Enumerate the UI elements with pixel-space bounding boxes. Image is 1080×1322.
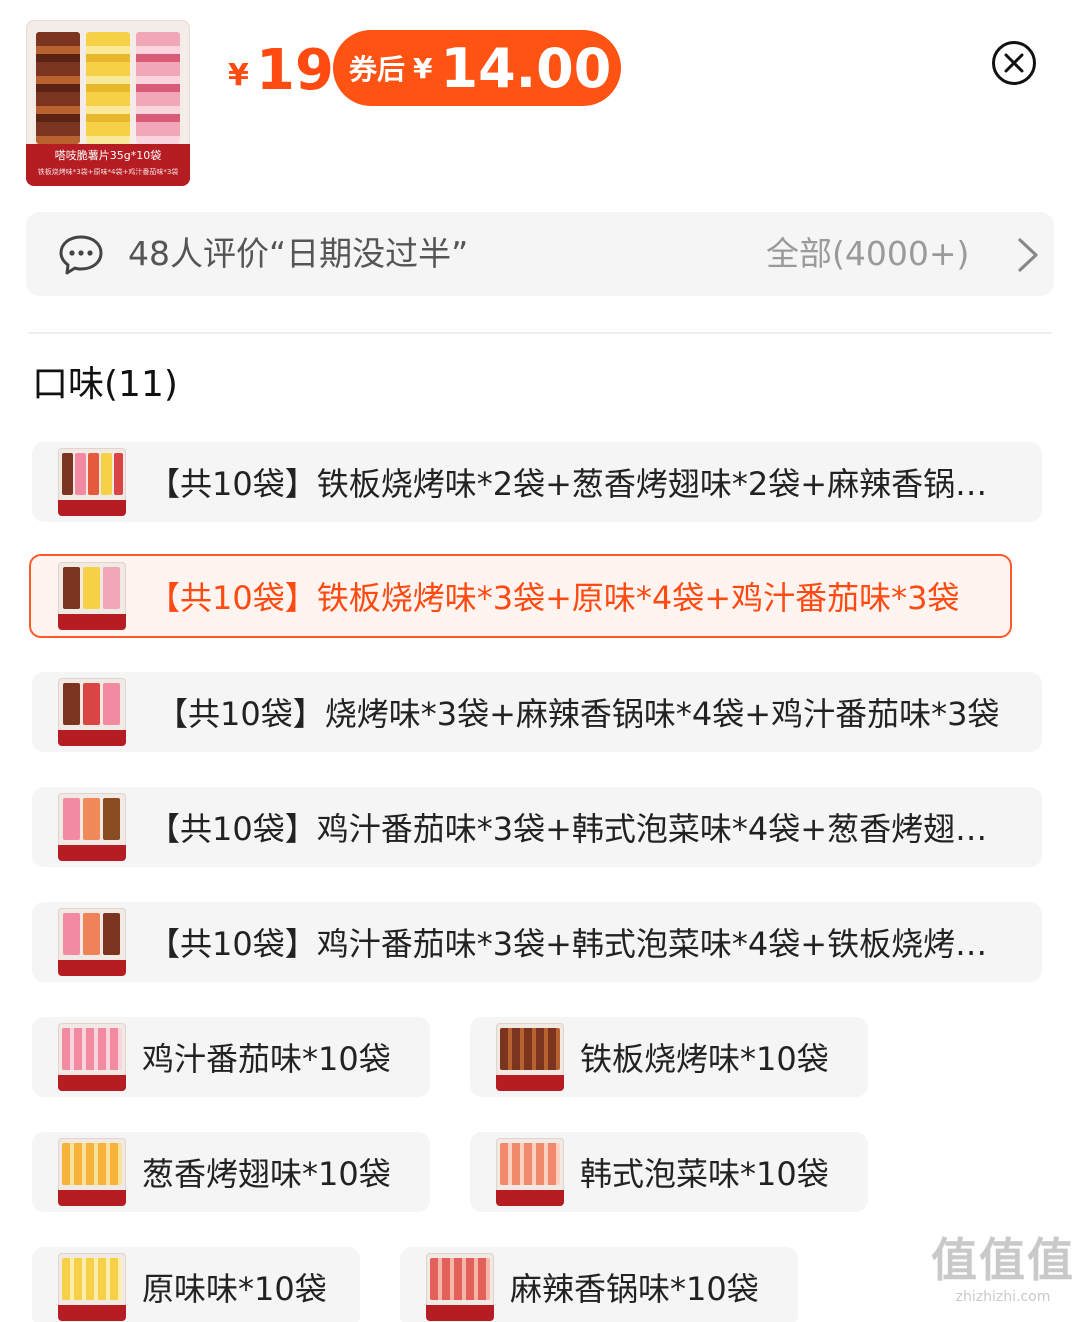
- flavor-option[interactable]: 【共10袋】鸡汁番茄味*3袋+韩式泡菜味*4袋+铁板烧烤味*3袋: [32, 902, 1042, 982]
- option-thumbnail: [58, 1253, 126, 1321]
- pack-tomato-image: [136, 32, 180, 144]
- option-thumbnail: [58, 448, 126, 516]
- option-thumbnail: [58, 793, 126, 861]
- thumbnail-band-title: 嗒吱脆薯片35g*10袋: [54, 149, 162, 162]
- flavor-section-title: 口味(11): [32, 364, 178, 405]
- flavor-option[interactable]: 韩式泡菜味*10袋: [470, 1132, 868, 1212]
- pack-bbq-image: [36, 32, 80, 144]
- close-icon: [992, 41, 1036, 85]
- option-thumbnail: [496, 1023, 564, 1091]
- product-thumbnail[interactable]: 嗒吱脆薯片35g*10袋 铁板烧烤味*3袋+原味*4袋+鸡汁番茄味*3袋: [26, 20, 190, 186]
- thumbnail-band: 嗒吱脆薯片35g*10袋 铁板烧烤味*3袋+原味*4袋+鸡汁番茄味*3袋: [26, 144, 190, 186]
- chat-bubble-icon: [59, 235, 103, 275]
- option-label: 【共10袋】铁板烧烤味*3袋+原味*4袋+鸡汁番茄味*3袋: [148, 579, 960, 617]
- chevron-right-icon: [1018, 238, 1038, 272]
- flavor-option[interactable]: 铁板烧烤味*10袋: [470, 1017, 868, 1097]
- watermark-logo: 值值值: [931, 1233, 1075, 1287]
- review-summary-text: 48人评价“日期没过半”: [128, 234, 469, 273]
- review-summary-bar[interactable]: 48人评价“日期没过半” 全部(4000+): [26, 212, 1054, 296]
- flavor-option[interactable]: 【共10袋】鸡汁番茄味*3袋+韩式泡菜味*4袋+葱香烤翅味*3袋: [32, 787, 1042, 867]
- price-value: 19: [256, 38, 334, 103]
- pack-original-image: [86, 32, 130, 144]
- close-button[interactable]: [991, 40, 1037, 86]
- option-thumbnail: [58, 1023, 126, 1091]
- flavor-option[interactable]: 【共10袋】烧烤味*3袋+麻辣香锅味*4袋+鸡汁番茄味*3袋: [32, 672, 1042, 752]
- flavor-option-selected[interactable]: 【共10袋】铁板烧烤味*3袋+原味*4袋+鸡汁番茄味*3袋: [29, 554, 1012, 638]
- coupon-label: 券后: [349, 53, 406, 86]
- option-thumbnail: [58, 908, 126, 976]
- option-label: 【共10袋】烧烤味*3袋+麻辣香锅味*4袋+鸡汁番茄味*3袋: [156, 695, 1000, 733]
- option-label: 【共10袋】鸡汁番茄味*3袋+韩式泡菜味*4袋+铁板烧烤味*3袋: [148, 925, 1018, 963]
- option-label: 原味味*10袋: [142, 1270, 327, 1308]
- flavor-option[interactable]: 原味味*10袋: [32, 1247, 360, 1322]
- option-thumbnail: [426, 1253, 494, 1321]
- thumbnail-band-subtitle: 铁板烧烤味*3袋+原味*4袋+鸡汁番茄味*3袋: [37, 168, 179, 176]
- flavor-option[interactable]: 鸡汁番茄味*10袋: [32, 1017, 430, 1097]
- flavor-option[interactable]: 【共10袋】铁板烧烤味*2袋+葱香烤翅味*2袋+麻辣香锅味*2袋+鸡汁番茄味*2…: [32, 442, 1042, 522]
- coupon-price-badge: 券后 ¥ 14.00: [333, 30, 621, 106]
- option-label: 葱香烤翅味*10袋: [142, 1155, 391, 1193]
- option-label: 【共10袋】鸡汁番茄味*3袋+韩式泡菜味*4袋+葱香烤翅味*3袋: [148, 810, 1018, 848]
- option-label: 韩式泡菜味*10袋: [580, 1155, 829, 1193]
- watermark-url: zhizhizhi.com: [955, 1289, 1051, 1305]
- option-label: 【共10袋】铁板烧烤味*2袋+葱香烤翅味*2袋+麻辣香锅味*2袋+鸡汁番茄味*2…: [148, 465, 1018, 503]
- coupon-price: 14.00: [440, 36, 612, 100]
- option-label: 麻辣香锅味*10袋: [510, 1270, 759, 1308]
- all-reviews-link[interactable]: 全部(4000+): [766, 232, 969, 276]
- divider: [28, 332, 1052, 334]
- flavor-option[interactable]: 麻辣香锅味*10袋: [400, 1247, 798, 1322]
- flavor-option[interactable]: 葱香烤翅味*10袋: [32, 1132, 430, 1212]
- price-currency: ¥: [228, 58, 249, 93]
- option-thumbnail: [58, 678, 126, 746]
- option-label: 鸡汁番茄味*10袋: [142, 1040, 391, 1078]
- option-thumbnail: [496, 1138, 564, 1206]
- site-watermark: 值值值 zhizhizhi.com: [928, 1232, 1078, 1316]
- option-label: 铁板烧烤味*10袋: [580, 1040, 829, 1078]
- option-thumbnail: [58, 1138, 126, 1206]
- option-thumbnail: [58, 562, 126, 630]
- coupon-currency: ¥: [413, 51, 433, 85]
